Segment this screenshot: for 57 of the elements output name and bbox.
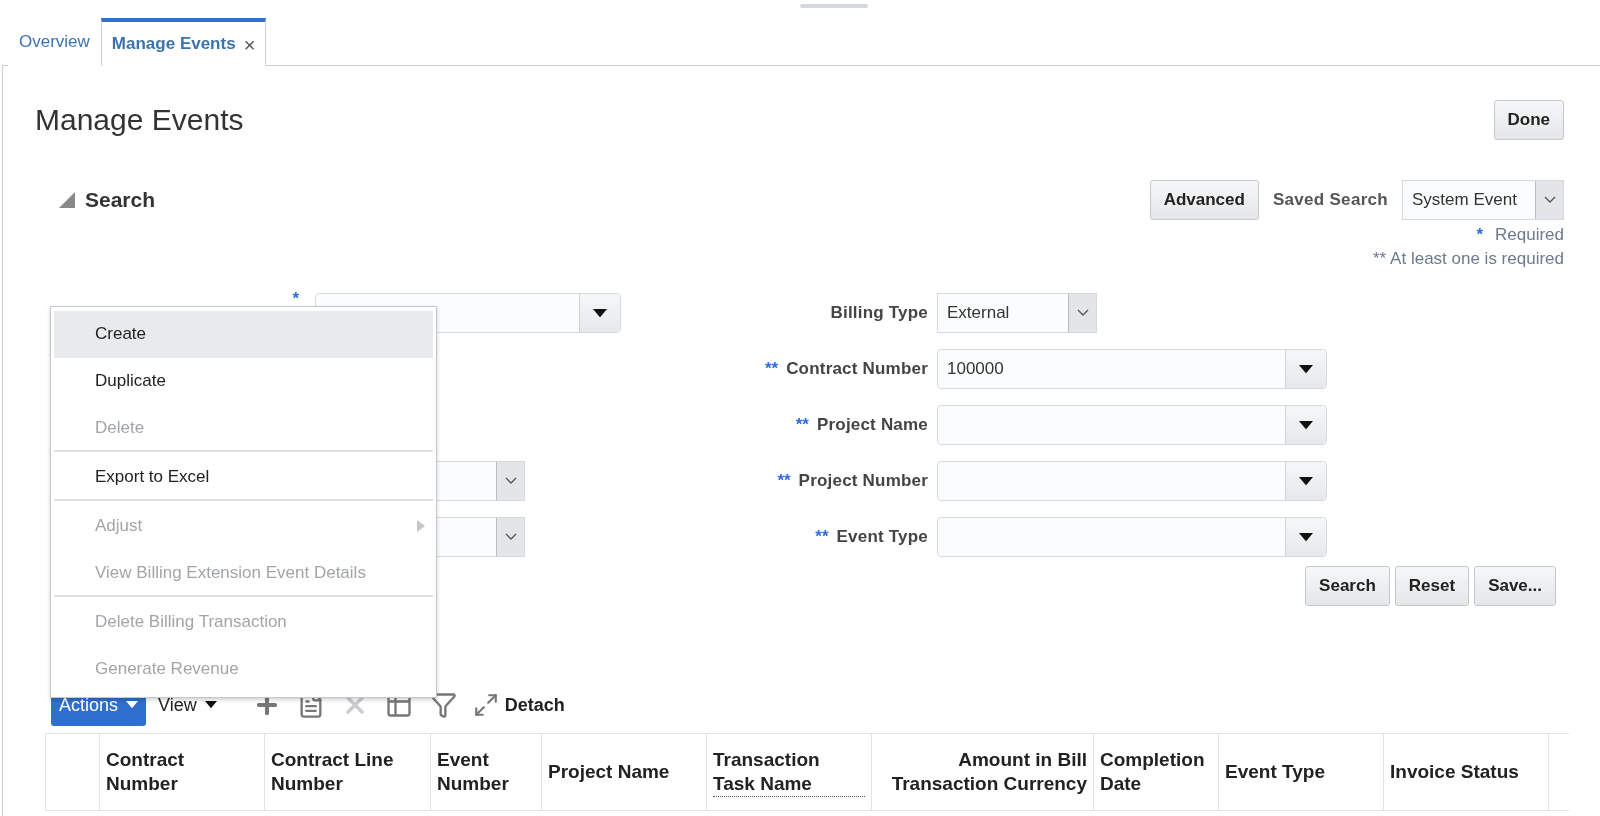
chevron-down-icon	[504, 477, 517, 485]
column-header[interactable]: Contract Number	[106, 748, 258, 796]
field-label: Project Name	[816, 415, 928, 435]
menu-item[interactable]: Duplicate	[54, 358, 433, 405]
submenu-arrow-icon	[417, 519, 425, 532]
form-button[interactable]: Save...	[1474, 566, 1556, 606]
chevron-down-icon	[1543, 196, 1556, 204]
column-header[interactable]: Contract Line Number	[271, 748, 424, 796]
field-label: Contract Number	[786, 359, 928, 379]
chevron-down-icon	[504, 533, 517, 541]
list-field[interactable]	[937, 517, 1327, 557]
dropdown-icon	[1299, 420, 1313, 430]
close-icon[interactable]: ×	[243, 34, 256, 57]
dropdown-icon	[593, 308, 607, 318]
form-button[interactable]: Reset	[1394, 566, 1470, 606]
done-button[interactable]: Done	[1493, 99, 1564, 140]
menu-item[interactable]: Export to Excel	[54, 454, 433, 501]
collapse-icon[interactable]	[59, 192, 75, 208]
field-label: Saved Search	[1272, 190, 1388, 210]
column-header[interactable]: Completion Date	[1100, 748, 1212, 796]
section-title: Search	[85, 188, 156, 212]
dropdown-icon	[1299, 476, 1313, 486]
required-marker: **	[777, 471, 791, 491]
column-header[interactable]: Transaction Task Name	[713, 747, 865, 797]
detach-button[interactable]: Detach	[472, 692, 565, 718]
required-marker: **	[764, 359, 779, 379]
column-header[interactable]: Project Name	[548, 760, 670, 784]
field-label: Event Type	[836, 527, 928, 547]
list-field[interactable]	[937, 405, 1327, 445]
choice-field[interactable]: System Event	[1402, 180, 1564, 220]
field-label: Project Number	[798, 471, 928, 491]
column-header[interactable]: Amount in Bill Transaction Currency	[878, 748, 1087, 796]
required-note: * Required	[1476, 225, 1564, 245]
dropdown-icon	[1299, 364, 1313, 374]
dropdown-icon	[1299, 532, 1313, 542]
tab[interactable]: Manage Events ×	[100, 18, 267, 66]
caret-icon	[204, 701, 217, 709]
detach-icon	[472, 692, 499, 718]
form-button[interactable]: Search	[1305, 566, 1390, 606]
column-header[interactable]: Event Type	[1225, 760, 1325, 784]
required-marker: **	[815, 527, 829, 547]
view-menu-button[interactable]: View	[152, 693, 223, 717]
column-header[interactable]: Event Number	[437, 748, 535, 796]
caret-icon	[126, 701, 139, 709]
required-marker: *	[291, 289, 300, 309]
required-marker: **	[795, 415, 809, 435]
field-label: Billing Type	[830, 303, 928, 323]
menu-item[interactable]: Create	[54, 311, 433, 358]
choice-field[interactable]: External	[937, 293, 1097, 333]
advanced-button[interactable]: Advanced	[1149, 180, 1259, 220]
column-header[interactable]: Invoice Status	[1390, 760, 1519, 784]
list-field[interactable]	[937, 461, 1327, 501]
drag-handle[interactable]	[800, 4, 868, 8]
chevron-down-icon	[1076, 309, 1089, 317]
list-field[interactable]: 100000	[937, 349, 1327, 389]
page-title: Manage Events	[35, 102, 244, 137]
required-note: ** At least one is required	[1372, 249, 1564, 269]
